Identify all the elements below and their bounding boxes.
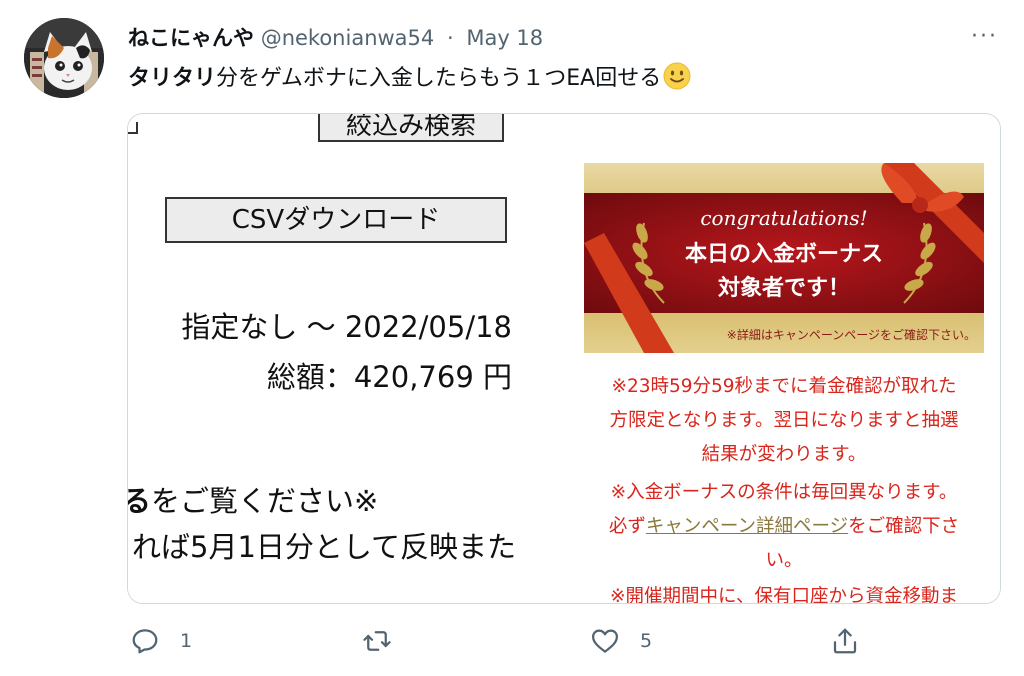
reply-count: 1 [180, 630, 193, 652]
share-button[interactable] [830, 626, 860, 656]
note-line-2: れば5月1日分として反映また [132, 530, 517, 564]
banner-congrats: congratulations! [700, 206, 867, 230]
avatar[interactable] [24, 18, 104, 98]
tweet-media[interactable]: 絞込み検索 CSVダウンロード 指定なし 〜 2022/05/18 総額：420… [127, 113, 1001, 604]
media-image-left[interactable]: 絞込み検索 CSVダウンロード 指定なし 〜 2022/05/18 総額：420… [128, 114, 564, 603]
banner-line-1: 本日の入金ボーナス [685, 241, 883, 267]
tweet-text-body: 分をゲムボナに入金したらもう１つEA回せる [216, 66, 662, 91]
bonus-banner: congratulations! 本日の入金ボーナス 対象者です！ ※詳細はキャ… [584, 163, 984, 353]
notice-line-3: 結果が変わります。 [701, 444, 867, 465]
display-name[interactable]: ねこにゃんや [128, 26, 254, 50]
like-count: 5 [640, 630, 653, 652]
user-handle[interactable]: @nekonianwa54 [261, 26, 435, 50]
tweet-date[interactable]: May 18 [466, 26, 543, 50]
separator-dot: · [446, 26, 454, 50]
filter-search-button: 絞込み検索 [318, 114, 504, 142]
reply-icon [132, 629, 158, 654]
like-button[interactable]: 5 [590, 626, 652, 656]
bracket-mark [128, 122, 138, 134]
more-options-icon[interactable]: ··· [971, 24, 998, 49]
total-amount: 総額：420,769 円 [266, 360, 512, 394]
notice-line-1: ※23時59分59秒までに着金確認が取れた [611, 376, 957, 397]
cat-avatar-icon [24, 18, 104, 98]
tweet-text: タリタリ分をゲムボナに入金したらもう１つEA回せる [128, 60, 691, 92]
campaign-detail-link: キャンペーン詳細ページ [645, 516, 849, 537]
banner-footnote: ※詳細はキャンペーンページをご確認下さい。 [727, 327, 976, 342]
notice-line-2: 方限定となります。翌日になりますと抽選 [609, 410, 959, 431]
period-text: 指定なし 〜 2022/05/18 [181, 310, 512, 344]
notice-line-4: ※入金ボーナスの条件は毎回異なります。 [610, 482, 958, 503]
csv-download-button: CSVダウンロード [165, 197, 507, 243]
reply-button[interactable]: 1 [130, 626, 192, 656]
notice-line-5: 必ずキャンペーン詳細ページをご確認下さ [608, 516, 960, 537]
tweet-actions: 1 5 [0, 626, 1024, 660]
retweet-button[interactable] [362, 626, 412, 656]
tweet-header: ねこにゃんや @nekonianwa54 · May 18 [128, 22, 543, 52]
note-line-1: るをご覧ください※ [128, 484, 379, 518]
media-image-right[interactable]: congratulations! 本日の入金ボーナス 対象者です！ ※詳細はキャ… [566, 114, 1000, 603]
notice-line-7: ※開催期間中に、保有口座から資金移動ま [610, 586, 958, 603]
retweet-icon [363, 631, 391, 651]
smiling-face-emoji-icon [663, 62, 691, 90]
banner-line-2: 対象者です！ [718, 275, 850, 301]
heart-icon [592, 629, 618, 653]
tweet-text-emphasis: タリタリ [128, 66, 217, 91]
share-icon [833, 628, 857, 654]
notice-line-6: い。 [765, 550, 803, 571]
